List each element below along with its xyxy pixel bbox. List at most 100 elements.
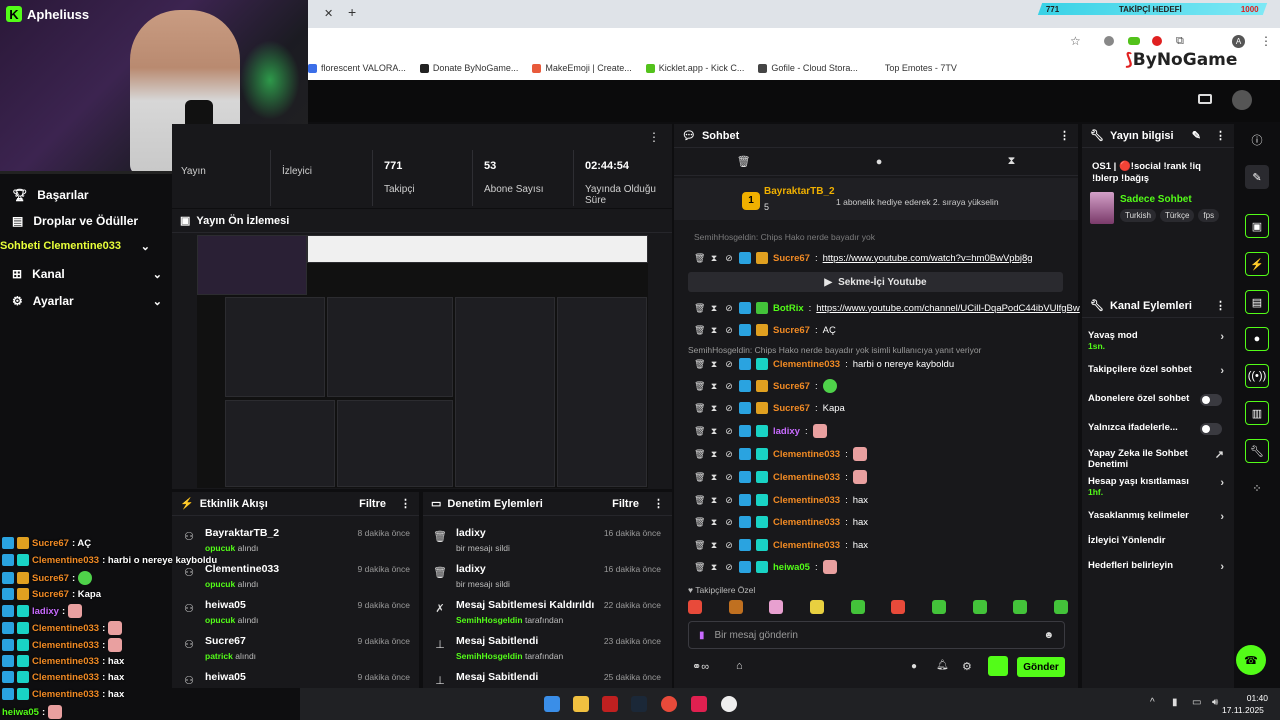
chat-message[interactable]: 🗑︎ ⧗ ⊘ Clementine033: xyxy=(694,467,867,487)
ban-icon[interactable]: ⊘ xyxy=(724,381,734,392)
activity-filter-button[interactable]: Filtre xyxy=(359,498,386,510)
channel-action-row[interactable]: Takipçilere özel sohbet › xyxy=(1088,364,1228,377)
menu-kebab-icon[interactable]: ⋮ xyxy=(400,497,411,510)
emote-icon[interactable] xyxy=(850,600,865,614)
delete-message-icon[interactable]: 🗑︎ xyxy=(694,359,705,370)
chat-username[interactable]: BotRix xyxy=(773,303,804,314)
info-icon[interactable]: ⓘ xyxy=(1245,128,1269,152)
edit-icon[interactable]: ✎ xyxy=(1245,165,1269,189)
gear-icon[interactable]: ⚙ xyxy=(962,660,972,673)
timeout-icon[interactable]: ⧗ xyxy=(709,253,719,264)
extension-icon[interactable] xyxy=(1104,36,1114,46)
chat-link[interactable]: https://www.youtube.com/watch?v=hm0BwVpb… xyxy=(823,253,1033,264)
bookmark-item[interactable]: Top Emotes - 7TV xyxy=(871,63,957,73)
bookmark-item[interactable]: Gofile - Cloud Stora... xyxy=(758,63,858,73)
tag-chip[interactable]: Turkish xyxy=(1120,209,1156,222)
settings-link-icon[interactable]: ⚭∞ xyxy=(692,660,709,673)
ban-icon[interactable]: ⊘ xyxy=(724,517,734,528)
windows-start-icon[interactable] xyxy=(544,696,560,712)
user-avatar[interactable] xyxy=(1232,90,1252,110)
chat-message[interactable]: 🗑︎ ⧗ ⊘ Sucre67: https://www.youtube.com/watc… xyxy=(694,248,1033,268)
delete-message-icon[interactable]: 🗑︎ xyxy=(694,381,705,392)
obs-icon[interactable] xyxy=(721,696,737,712)
bookmark-item[interactable]: florescent VALORA... xyxy=(308,63,406,73)
new-tab-button[interactable]: + xyxy=(348,4,356,20)
chat-username[interactable]: heiwa05 xyxy=(773,562,810,573)
category-name[interactable]: Sadece Sohbet xyxy=(1120,194,1192,205)
chat-username[interactable]: Sucre67 xyxy=(773,253,810,264)
sidebar-item-achievements[interactable]: 🏆︎ Başarılar xyxy=(12,188,162,202)
support-icon[interactable]: ☎ xyxy=(1236,645,1266,675)
timeout-icon[interactable]: ⧗ xyxy=(709,495,719,506)
sidebar-item-drops[interactable]: ▤ Droplar ve Ödüller xyxy=(12,214,162,228)
kick-extension-icon[interactable] xyxy=(1128,37,1140,45)
channel-action-row[interactable]: Yalnızca ifadelerle... xyxy=(1088,422,1228,435)
ban-icon[interactable]: ⊘ xyxy=(724,562,734,573)
stream-preview-video[interactable] xyxy=(197,235,648,488)
channel-action-row[interactable]: Yasaklanmış kelimeler › xyxy=(1088,510,1228,523)
bookmark-item[interactable]: Kicklet.app - Kick C... xyxy=(645,63,744,73)
moderation-filter-button[interactable]: Filtre xyxy=(612,498,639,510)
chat-message[interactable]: 🗑︎ ⧗ ⊘ heiwa05: xyxy=(694,557,837,577)
toggle-switch[interactable] xyxy=(1200,423,1222,435)
sidebar-item-channel[interactable]: ⊞ Kanal ⌄ xyxy=(12,267,162,281)
bookmark-star-icon[interactable]: ☆ xyxy=(1070,34,1081,48)
store-icon[interactable]: ⌂ xyxy=(736,660,743,672)
chat-message[interactable]: 🗑︎ ⧗ ⊘ Clementine033: hax xyxy=(694,490,868,510)
clipboard-icon[interactable]: ▤ xyxy=(1245,290,1269,314)
layers-icon[interactable]: ▥ xyxy=(1245,401,1269,425)
timeout-icon[interactable]: ⧗ xyxy=(709,449,719,460)
moderation-tool-icon[interactable]: ▣ xyxy=(1245,214,1269,238)
apps-icon[interactable]: ⁘ xyxy=(1245,476,1269,500)
chat-message[interactable]: 🗑︎ ⧗ ⊘ BotRix: https://www.youtube.com/chann… xyxy=(694,298,1080,318)
send-button[interactable]: Gönder xyxy=(1017,657,1065,677)
emote-icon[interactable] xyxy=(931,600,946,614)
sidebar-item-settings[interactable]: ⚙ Ayarlar ⌄ xyxy=(12,294,162,308)
delete-message-icon[interactable]: 🗑︎ xyxy=(694,303,705,314)
chat-username[interactable]: Sucre67 xyxy=(773,325,810,336)
ban-icon[interactable]: ⊘ xyxy=(724,359,734,370)
chat-message[interactable]: 🗑︎ ⧗ ⊘ Sucre67: AÇ xyxy=(694,320,836,340)
youtube-embed-button[interactable]: ▶ Sekme-İçi Youtube xyxy=(688,272,1063,292)
delete-message-icon[interactable]: 🗑︎ xyxy=(694,472,705,483)
studio-icon[interactable] xyxy=(1198,94,1212,104)
channel-action-row[interactable]: Yapay Zeka ile Sohbet Denetimi ↗ xyxy=(1088,448,1228,470)
delete-message-icon[interactable]: 🗑︎ xyxy=(694,253,705,264)
delete-message-icon[interactable]: 🗑︎ xyxy=(694,540,705,551)
channel-action-row[interactable]: İzleyici Yönlendir xyxy=(1088,535,1228,546)
emote-icon[interactable] xyxy=(728,600,743,614)
chat-username[interactable]: Clementine033 xyxy=(773,517,840,528)
chat-link[interactable]: https://www.youtube.com/channel/UCilI-Dq… xyxy=(816,303,1080,314)
profile-avatar[interactable]: A xyxy=(1232,35,1245,48)
emote-icon[interactable] xyxy=(809,600,824,614)
hourglass-icon[interactable]: ⧗ xyxy=(1008,155,1016,168)
valorant-icon[interactable] xyxy=(691,696,707,712)
ban-icon[interactable]: ⊘ xyxy=(724,303,734,314)
delete-message-icon[interactable]: 🗑︎ xyxy=(694,403,705,414)
feed-row[interactable]: ✗ Mesaj Sabitlemesi Kaldırıldı SemihHosgel… xyxy=(431,596,663,632)
timeout-icon[interactable]: ⧗ xyxy=(709,381,719,392)
bookmark-item[interactable]: MakeEmoji | Create... xyxy=(532,63,632,73)
chat-message[interactable]: 🗑︎ ⧗ ⊘ ladixy: xyxy=(694,421,827,441)
ban-icon[interactable]: ⊘ xyxy=(724,325,734,336)
chat-message[interactable]: 🗑︎ ⧗ ⊘ Sucre67: Kapa xyxy=(694,398,845,418)
chat-username[interactable]: ladixy xyxy=(773,426,800,437)
timeout-icon[interactable]: ⧗ xyxy=(709,562,719,573)
chat-username[interactable]: Clementine033 xyxy=(773,495,840,506)
chat-username[interactable]: Clementine033 xyxy=(773,449,840,460)
menu-kebab-icon[interactable]: ⋮ xyxy=(1059,129,1070,142)
delete-message-icon[interactable]: 🗑︎ xyxy=(694,449,705,460)
channel-action-row[interactable]: Hedefleri belirleyin › xyxy=(1088,560,1228,573)
chrome-icon[interactable] xyxy=(661,696,677,712)
menu-kebab-icon[interactable]: ⋮ xyxy=(1215,299,1226,312)
bookmark-item[interactable]: Donate ByNoGame... xyxy=(419,63,518,73)
delete-message-icon[interactable]: 🗑︎ xyxy=(694,325,705,336)
timeout-icon[interactable]: ⧗ xyxy=(709,359,719,370)
stats-menu-icon[interactable]: ⋮ xyxy=(648,130,660,144)
feed-row[interactable]: 🗑︎ ladixy bir mesajı sildi 16 dakika önce xyxy=(431,524,663,560)
ban-icon[interactable]: ⊘ xyxy=(724,426,734,437)
chat-message[interactable]: 🗑︎ ⧗ ⊘ Clementine033: xyxy=(694,444,867,464)
channel-action-row[interactable]: Hesap yaşı kısıtlaması 1hf. › xyxy=(1088,476,1228,498)
kick-emote-icon[interactable] xyxy=(988,656,1008,676)
emote-icon[interactable] xyxy=(1013,600,1028,614)
